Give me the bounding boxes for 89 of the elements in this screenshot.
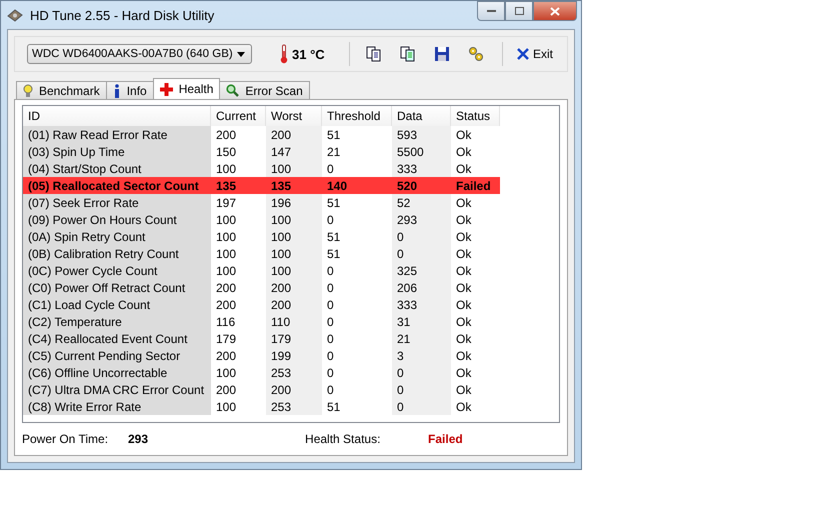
column-header[interactable]: Current <box>211 106 266 126</box>
table-cell: 0 <box>392 364 451 381</box>
table-cell: 0 <box>392 228 451 245</box>
table-cell: 0 <box>392 381 451 398</box>
health-status-value: Failed <box>428 432 463 446</box>
maximize-button[interactable] <box>505 1 533 21</box>
table-cell: 333 <box>392 160 451 177</box>
column-header[interactable]: Threshold <box>322 106 392 126</box>
gears-icon[interactable] <box>468 46 484 62</box>
table-cell: (C5) Current Pending Sector <box>23 347 211 364</box>
table-cell: 100 <box>266 160 322 177</box>
table-cell: 196 <box>266 194 322 211</box>
table-cell: 140 <box>322 177 392 194</box>
maximize-icon <box>514 7 524 15</box>
tab[interactable]: Health <box>152 78 220 99</box>
minimize-icon <box>486 9 496 13</box>
tab[interactable]: Error Scan <box>219 81 310 99</box>
table-cell: 206 <box>392 279 451 296</box>
table-cell: (0C) Power Cycle Count <box>23 262 211 279</box>
table-cell: (09) Power On Hours Count <box>23 211 211 228</box>
power-on-label: Power On Time: <box>22 432 110 446</box>
table-cell: (C6) Offline Uncorrectable <box>23 364 211 381</box>
close-icon <box>516 48 529 60</box>
table-cell: 21 <box>392 330 451 347</box>
table-cell: 135 <box>211 177 266 194</box>
copy-icon[interactable] <box>366 46 382 62</box>
close-icon <box>550 6 560 16</box>
table-cell: 0 <box>392 398 451 415</box>
table-cell: 200 <box>266 381 322 398</box>
table-cell: 325 <box>392 262 451 279</box>
tab[interactable]: Info <box>106 81 154 99</box>
table-cell: (07) Seek Error Rate <box>23 194 211 211</box>
table-cell: 293 <box>392 211 451 228</box>
table-cell: (C2) Temperature <box>23 313 211 330</box>
caret-icon <box>237 52 245 56</box>
table-cell: 333 <box>392 296 451 313</box>
table-cell: 0 <box>392 245 451 262</box>
table-cell: (C7) Ultra DMA CRC Error Count <box>23 381 211 398</box>
search-icon <box>226 84 240 97</box>
table-cell: 100 <box>266 228 322 245</box>
table-cell: 3 <box>392 347 451 364</box>
table-cell: 110 <box>266 313 322 330</box>
thermometer-icon <box>280 44 288 64</box>
column-header[interactable]: ID <box>23 106 211 126</box>
drive-dropdown[interactable]: WDC WD6400AAKS-00A7B0 (640 GB) <box>27 44 252 64</box>
lightbulb-icon <box>23 84 33 98</box>
table-cell: 593 <box>392 126 451 143</box>
cross-icon <box>160 82 173 96</box>
health-status-label: Health Status: <box>305 432 382 446</box>
table-cell: 200 <box>266 279 322 296</box>
table-cell: 200 <box>266 126 322 143</box>
table-cell: 100 <box>266 211 322 228</box>
table-cell: 200 <box>266 296 322 313</box>
power-on-value: 293 <box>128 432 148 446</box>
column-header[interactable]: Data <box>392 106 451 126</box>
table-cell: 52 <box>392 194 451 211</box>
table-cell: (C1) Load Cycle Count <box>23 296 211 313</box>
table-cell: 135 <box>266 177 322 194</box>
table-cell: 100 <box>266 262 322 279</box>
table-cell: 100 <box>266 245 322 262</box>
table-cell: 253 <box>266 398 322 415</box>
table-cell: (C4) Reallocated Event Count <box>23 330 211 347</box>
minimize-button[interactable] <box>477 1 505 21</box>
table-cell: 179 <box>266 330 322 347</box>
tab[interactable]: Benchmark <box>16 81 107 99</box>
copy-all-icon[interactable] <box>400 46 416 62</box>
table-cell: (01) Raw Read Error Rate <box>23 126 211 143</box>
save-icon[interactable] <box>434 46 450 62</box>
table-cell: (05) Reallocated Sector Count <box>23 177 211 194</box>
table-cell: (C0) Power Off Retract Count <box>23 279 211 296</box>
table-cell: 31 <box>392 313 451 330</box>
table-cell: 199 <box>266 347 322 364</box>
table-cell: (0B) Calibration Retry Count <box>23 245 211 262</box>
table-cell: (C8) Write Error Rate <box>23 398 211 415</box>
table-cell: (04) Start/Stop Count <box>23 160 211 177</box>
info-icon <box>112 84 121 98</box>
exit-button[interactable]: Exit <box>512 45 557 63</box>
table-cell: 5500 <box>392 143 451 160</box>
table-cell: Failed <box>451 177 500 194</box>
window-title: HD Tune 2.55 - Hard Disk Utility <box>30 8 214 22</box>
table-cell: 520 <box>392 177 451 194</box>
close-button[interactable] <box>533 1 577 21</box>
table-cell: 253 <box>266 364 322 381</box>
column-header[interactable]: Worst <box>266 106 322 126</box>
table-cell: 147 <box>266 143 322 160</box>
column-header[interactable]: Status <box>451 106 500 126</box>
table-cell: (03) Spin Up Time <box>23 143 211 160</box>
temperature-reading: 31 °C <box>292 46 325 62</box>
table-cell: (0A) Spin Retry Count <box>23 228 211 245</box>
